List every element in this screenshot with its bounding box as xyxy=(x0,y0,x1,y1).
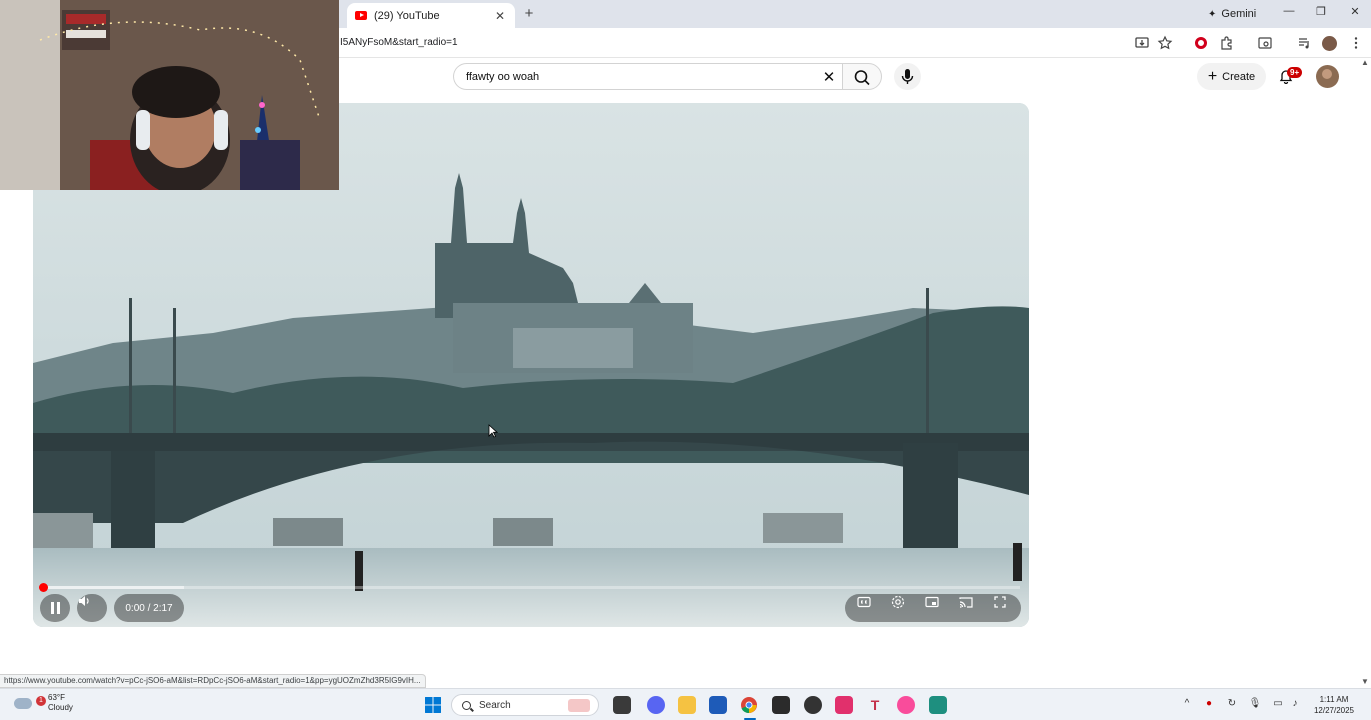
itunes-icon[interactable] xyxy=(897,696,915,714)
pause-icon xyxy=(50,602,60,614)
search-highlight-icon xyxy=(568,699,590,712)
scroll-down-arrow-icon[interactable]: ▼ xyxy=(1361,677,1369,686)
pause-button[interactable] xyxy=(40,594,70,622)
create-label: Create xyxy=(1222,70,1256,83)
tab-search-icon[interactable] xyxy=(1257,35,1273,51)
plus-icon: + xyxy=(1207,67,1218,85)
tiktok-icon[interactable] xyxy=(835,696,853,714)
desktop-screen: (29) YouTube ✕ + ✦ Gemini — ❐ ✕ I5ANyFso… xyxy=(0,0,1371,720)
chrome-icon[interactable] xyxy=(740,696,758,714)
progress-bar[interactable] xyxy=(42,586,1020,589)
search-button[interactable] xyxy=(842,63,882,90)
gemini-label: Gemini xyxy=(1221,8,1257,20)
youtube-favicon-icon xyxy=(355,11,367,20)
time-text: 0:00 / 2:17 xyxy=(125,602,173,614)
voice-search-button[interactable] xyxy=(894,63,921,90)
gemini-sparkle-icon: ✦ xyxy=(1208,8,1217,20)
notification-count-badge: 9+ xyxy=(1287,67,1303,78)
search-query-text: ffawty oo woah xyxy=(466,70,540,83)
scrubber-handle[interactable] xyxy=(39,583,48,592)
buffer-bar xyxy=(42,586,184,589)
captions-icon[interactable] xyxy=(856,594,872,610)
text-app-icon[interactable]: T xyxy=(866,696,884,714)
system-clock[interactable]: 1:11 AM 12/27/2025 xyxy=(1308,694,1360,716)
webcam-overlay xyxy=(0,0,339,190)
webcam-feed-image xyxy=(0,0,339,190)
clock-time: 1:11 AM xyxy=(1319,695,1349,704)
volume-button[interactable] xyxy=(77,594,107,622)
taskbar-search-label: Search xyxy=(479,699,511,711)
weather-text: 63°F Cloudy xyxy=(48,693,73,713)
address-bar-url[interactable]: I5ANyFsoM&start_radio=1 xyxy=(340,37,458,48)
discord-icon[interactable] xyxy=(647,696,665,714)
mouse-cursor-icon xyxy=(488,424,498,438)
browser-profile-avatar[interactable] xyxy=(1322,36,1337,51)
app-dark-window-icon[interactable] xyxy=(613,696,631,714)
youtube-account-avatar[interactable] xyxy=(1316,65,1339,88)
extension-red-o-icon[interactable] xyxy=(1195,37,1207,49)
browser-menu-icon[interactable] xyxy=(1348,35,1364,51)
settings-icon[interactable] xyxy=(890,594,906,610)
extensions-puzzle-icon[interactable] xyxy=(1219,35,1235,51)
tray-overflow-chevron-icon[interactable]: ^ xyxy=(1180,698,1194,709)
tab-close-icon[interactable]: ✕ xyxy=(493,9,507,23)
weather-alert-badge: 1 xyxy=(36,696,46,706)
tab-youtube[interactable]: (29) YouTube ✕ xyxy=(347,3,515,28)
network-icon[interactable]: ▭ xyxy=(1271,698,1285,709)
minimize-button[interactable]: — xyxy=(1281,5,1297,17)
search-icon xyxy=(854,70,870,86)
bookmark-star-icon[interactable] xyxy=(1157,35,1173,51)
app-circle-icon[interactable] xyxy=(804,696,822,714)
taskbar-search-box[interactable]: Search xyxy=(451,694,599,716)
notepad-icon[interactable] xyxy=(929,696,947,714)
taskbar-search-icon xyxy=(462,700,471,710)
clear-search-icon[interactable]: ✕ xyxy=(816,68,842,86)
tray-microphone-icon[interactable]: 🎙 xyxy=(1248,698,1262,709)
start-windows-icon[interactable] xyxy=(424,696,442,714)
player-right-controls xyxy=(845,594,1021,622)
volume-icon xyxy=(79,596,89,606)
microsoft-store-icon[interactable] xyxy=(709,696,727,714)
link-hover-status: https://www.youtube.com/watch?v=pCc-jSO6… xyxy=(0,674,426,688)
time-display: 0:00 / 2:17 xyxy=(114,594,184,622)
weather-description: Cloudy xyxy=(48,703,73,712)
create-button[interactable]: + Create xyxy=(1197,63,1266,90)
scroll-up-arrow-icon[interactable]: ▲ xyxy=(1361,58,1369,67)
fullscreen-icon[interactable] xyxy=(992,594,1008,610)
new-tab-button[interactable]: + xyxy=(521,5,537,22)
cast-icon[interactable] xyxy=(958,594,974,610)
tab-title: (29) YouTube xyxy=(374,9,440,22)
speaker-icon[interactable]: ♪ xyxy=(1288,698,1302,709)
cloudy-weather-icon xyxy=(14,697,32,709)
microphone-icon xyxy=(901,69,914,84)
media-controls-icon[interactable] xyxy=(1296,35,1312,51)
weather-widget[interactable]: 1 63°F Cloudy xyxy=(14,693,73,713)
install-app-icon[interactable] xyxy=(1134,35,1150,51)
tray-sync-icon[interactable]: ↻ xyxy=(1225,698,1239,709)
clock-date: 12/27/2025 xyxy=(1313,706,1355,715)
youtube-search-input[interactable]: ffawty oo woah ✕ xyxy=(453,63,842,90)
gemini-button[interactable]: ✦ Gemini xyxy=(1200,5,1264,23)
weather-temperature: 63°F xyxy=(48,693,65,702)
close-window-button[interactable]: ✕ xyxy=(1347,5,1363,18)
miniplayer-icon[interactable] xyxy=(924,594,940,610)
restore-button[interactable]: ❐ xyxy=(1313,5,1329,18)
tray-app-icon[interactable]: ● xyxy=(1202,698,1216,709)
epic-games-icon[interactable] xyxy=(772,696,790,714)
windows-taskbar: 1 63°F Cloudy Search T ^ ● ↻ 🎙 ▭ ♪ 1:11 … xyxy=(0,688,1371,720)
file-explorer-icon[interactable] xyxy=(678,696,696,714)
